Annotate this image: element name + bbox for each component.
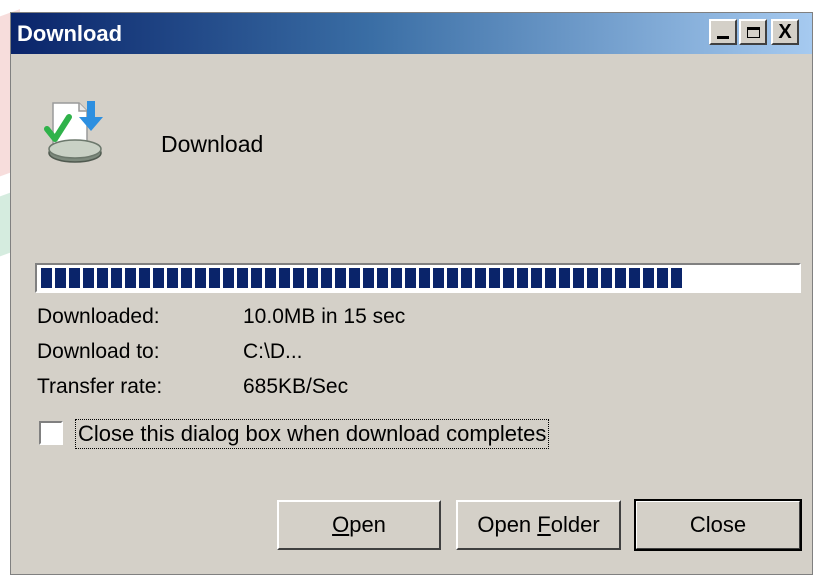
transfer-rate-value: 685KB/Sec [243, 375, 349, 398]
maximize-button[interactable] [739, 19, 767, 45]
maximize-icon [746, 26, 760, 38]
close-window-button[interactable]: X [771, 19, 799, 45]
open-label-rest: pen [349, 512, 386, 537]
download-to-value: C:\D... [243, 340, 303, 363]
transfer-rate-label: Transfer rate: [37, 375, 163, 398]
title-bar[interactable]: Download X [11, 13, 812, 54]
close-on-complete-label[interactable]: Close this dialog box when download comp… [75, 419, 550, 449]
open-folder-label-prefix: Open [477, 512, 538, 537]
downloaded-label: Downloaded: [37, 305, 160, 328]
window-title: Download [17, 21, 123, 46]
minimize-button[interactable] [709, 19, 737, 45]
close-button[interactable]: Close [634, 499, 802, 551]
open-folder-label-rest: older [550, 512, 600, 537]
open-folder-mnemonic: F [537, 512, 551, 537]
open-folder-button[interactable]: Open Folder [456, 500, 621, 550]
downloaded-value: 10.0MB in 15 sec [243, 305, 406, 328]
open-mnemonic: O [332, 512, 350, 537]
close-on-complete-checkbox[interactable] [39, 421, 63, 445]
minimize-icon [717, 36, 729, 39]
download-to-label: Download to: [37, 340, 160, 363]
close-button-label: Close [689, 512, 747, 537]
download-dialog: Download X Download Downloaded: 10.0MB i… [10, 12, 813, 575]
progress-fill [41, 268, 682, 288]
download-complete-icon [44, 101, 103, 163]
download-progress-bar [35, 263, 801, 293]
close-icon: X [778, 20, 792, 43]
dialog-heading: Download [161, 131, 264, 157]
open-button[interactable]: Open [277, 500, 441, 550]
